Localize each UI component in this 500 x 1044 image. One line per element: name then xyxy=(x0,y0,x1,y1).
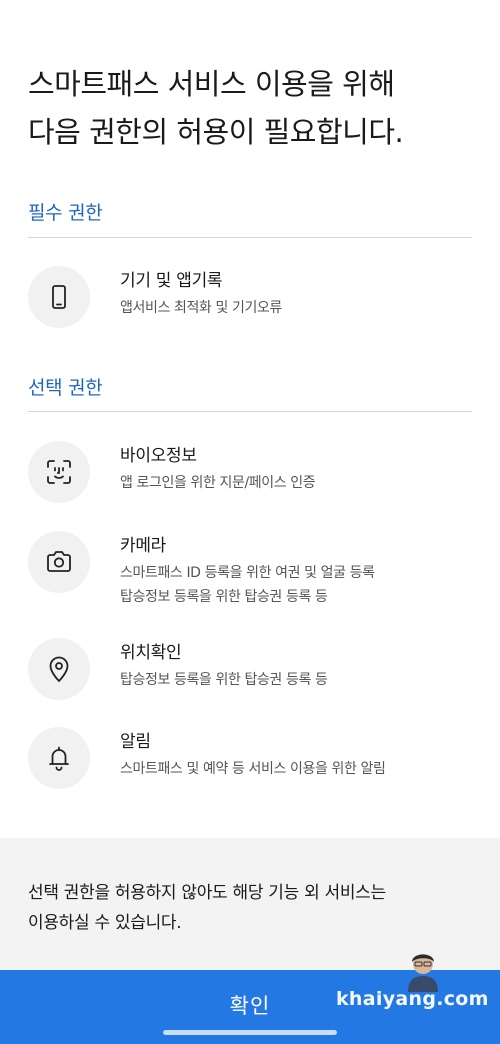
permission-desc: 앱서비스 최적화 및 기기오류 xyxy=(120,296,470,320)
permission-title: 기기 및 앱기록 xyxy=(120,271,223,291)
notice-text: 선택 권한을 허용하지 않아도 해당 기능 외 서비스는 이용하실 수 있습니다… xyxy=(28,878,478,938)
camera-icon xyxy=(28,531,90,593)
bell-icon xyxy=(28,727,90,789)
permission-desc: 앱 로그인을 위한 지문/페이스 인증 xyxy=(120,471,470,495)
face-id-icon xyxy=(28,441,90,503)
location-pin-icon xyxy=(28,638,90,700)
permission-desc-line: 스마트패스 및 예약 등 서비스 이용을 위한 알림 xyxy=(120,761,386,777)
required-permissions-heading: 필수 권한 xyxy=(28,202,103,224)
home-indicator xyxy=(163,1030,337,1035)
permission-desc: 탑승정보 등록을 위한 탑승권 등록 등 xyxy=(120,668,470,692)
notice-line-1: 선택 권한을 허용하지 않아도 해당 기능 외 서비스는 xyxy=(28,883,386,903)
optional-permissions-heading: 선택 권한 xyxy=(28,377,103,399)
smartphone-icon xyxy=(28,266,90,328)
notice-line-2: 이용하실 수 있습니다. xyxy=(28,913,182,933)
required-divider xyxy=(28,237,472,238)
permission-desc: 스마트패스 및 예약 등 서비스 이용을 위한 알림 xyxy=(120,757,470,781)
watermark-text: khaiyang.com xyxy=(336,988,489,1010)
page-title-line-2: 다음 권한의 허용이 필요합니다. xyxy=(28,115,404,149)
permission-desc-line: 앱 로그인을 위한 지문/페이스 인증 xyxy=(120,475,316,491)
page-title: 스마트패스 서비스 이용을 위해 다음 권한의 허용이 필요합니다. xyxy=(28,60,478,156)
permission-title: 알림 xyxy=(120,732,151,752)
permission-title: 바이오정보 xyxy=(120,446,197,466)
permission-desc: 스마트패스 ID 등록을 위한 여권 및 얼굴 등록 탑승정보 등록을 위한 탑… xyxy=(120,561,470,609)
page-title-line-1: 스마트패스 서비스 이용을 위해 xyxy=(28,67,395,101)
permission-desc-line: 스마트패스 ID 등록을 위한 여권 및 얼굴 등록 xyxy=(120,565,375,581)
permission-title: 카메라 xyxy=(120,536,167,556)
permission-screen: 스마트패스 서비스 이용을 위해 다음 권한의 허용이 필요합니다. 필수 권한… xyxy=(0,0,500,1044)
permission-desc-line: 앱서비스 최적화 및 기기오류 xyxy=(120,300,282,316)
optional-divider xyxy=(28,411,472,412)
watermark-avatar xyxy=(400,946,446,992)
permission-title: 위치확인 xyxy=(120,643,182,663)
permission-desc-line: 탑승정보 등록을 위한 탑승권 등록 등 xyxy=(120,589,328,605)
permission-desc-line: 탑승정보 등록을 위한 탑승권 등록 등 xyxy=(120,672,328,688)
